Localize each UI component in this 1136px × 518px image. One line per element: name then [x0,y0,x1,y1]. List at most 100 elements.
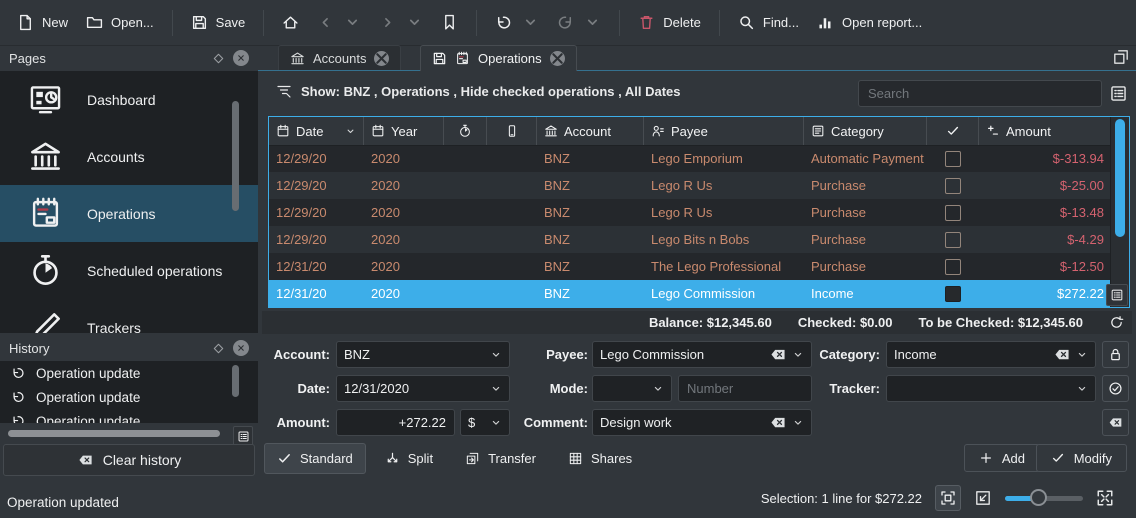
sidebar-item-dashboard[interactable]: Dashboard [0,71,258,128]
history-hscrollbar[interactable] [8,430,220,437]
column-header-account[interactable]: Account [537,117,644,145]
fit-page-icon[interactable] [974,489,992,507]
home-button[interactable] [273,7,308,38]
table-row[interactable]: 12/29/20 2020 BNZ Lego R Us Purchase $-1… [269,199,1111,226]
sidebar-item-trackers[interactable]: Trackers [0,299,258,333]
mode-combobox[interactable] [592,375,672,402]
column-header-payee[interactable]: Payee [644,117,804,145]
column-header-bookmark[interactable] [487,117,537,145]
history-item[interactable]: Operation update [0,361,258,385]
tab-accounts[interactable]: Accounts [278,45,401,70]
history-dock-close-button[interactable] [233,340,249,356]
open-report-button[interactable]: Open report... [808,7,931,38]
redo-button[interactable] [548,7,610,38]
clear-form-button[interactable] [1102,409,1129,436]
standard-type-button[interactable]: Standard [264,443,366,474]
clear-history-button[interactable]: Clear history [3,444,255,476]
comment-combobox[interactable]: Design work [592,409,812,436]
account-combobox[interactable]: BNZ [336,341,510,368]
row-checkbox[interactable] [945,178,961,194]
row-checkbox[interactable] [945,151,961,167]
tab-operations[interactable]: Operations [420,45,577,71]
number-input[interactable] [678,375,812,402]
delete-button[interactable]: Delete [629,7,710,38]
detach-icon[interactable] [1112,48,1130,66]
table-scrollbar-thumb[interactable] [1115,119,1125,237]
sidebar-item-accounts[interactable]: Accounts [0,128,258,185]
split-type-button[interactable]: Split [372,443,446,474]
fit-selection-button[interactable] [935,485,961,511]
table-row[interactable]: 12/31/20 2020 BNZ Lego Commission Income… [269,280,1111,307]
column-header-schedule[interactable] [444,117,487,145]
column-header-checked[interactable] [927,117,979,145]
save-label: Save [216,15,246,30]
row-checkbox[interactable] [945,286,961,302]
zoom-slider-knob[interactable] [1030,489,1047,506]
float-icon[interactable] [212,52,225,65]
save-button[interactable]: Save [182,7,255,38]
date-combobox[interactable]: 12/31/2020 [336,375,510,402]
search-input[interactable] [858,80,1102,107]
table-row[interactable]: 12/29/20 2020 BNZ Lego Bits n Bobs Purch… [269,226,1111,253]
column-header-date[interactable]: Date [269,117,364,145]
open-button[interactable]: Open... [77,7,163,38]
amount-input[interactable] [336,409,455,436]
sidebar-item-scheduled-operations[interactable]: Scheduled operations [0,242,258,299]
table-row[interactable]: 12/29/20 2020 BNZ Lego R Us Purchase $-2… [269,172,1111,199]
history-scrollbar[interactable] [232,365,239,397]
table-row[interactable]: 12/29/20 2020 BNZ Lego Emporium Automati… [269,145,1111,172]
bookmark-button[interactable] [432,7,467,38]
sidebar-item-operations[interactable]: Operations [0,185,258,242]
table-config-button[interactable] [1106,284,1128,306]
history-item[interactable]: Operation update [0,409,258,423]
balance-bar: Balance: $12,345.60 Checked: $0.00 To be… [262,311,1132,334]
new-button[interactable]: New [8,7,77,38]
row-checkbox[interactable] [945,205,961,221]
float-icon[interactable] [212,342,225,355]
forward-button[interactable] [370,7,432,38]
freeze-button[interactable] [1102,341,1129,368]
table-row[interactable]: 12/31/20 2020 BNZ The Lego Professional … [269,253,1111,280]
filter-bar[interactable]: Show: BNZ , Operations , Hide checked op… [276,83,680,99]
tab-accounts-close-button[interactable] [374,51,389,66]
refresh-icon[interactable] [1109,315,1124,330]
cell-category: Income [804,280,927,307]
unit-combobox[interactable]: $ [460,409,510,436]
pages-dock-close-button[interactable] [233,50,249,66]
column-header-year[interactable]: Year [364,117,444,145]
history-item[interactable]: Operation update [0,385,258,409]
row-checkbox[interactable] [945,259,961,275]
add-button[interactable]: Add [964,444,1040,472]
validate-button[interactable] [1102,375,1129,402]
payee-value: Lego Commission [600,347,764,362]
chevron-down-icon [1076,349,1088,361]
shares-type-button[interactable]: Shares [555,443,645,474]
transfer-type-button[interactable]: Transfer [452,443,549,474]
phone-icon [505,124,519,138]
column-header-category[interactable]: Category [804,117,927,145]
table-scrollbar[interactable] [1110,117,1129,307]
undo-button[interactable] [486,7,548,38]
find-button[interactable]: Find... [729,7,808,38]
clear-field-icon[interactable] [769,347,787,362]
tab-operations-close-button[interactable] [550,51,565,66]
back-button[interactable] [308,7,370,38]
tabbar-underline [258,70,1136,71]
close-icon [550,51,565,66]
expand-icon[interactable] [1096,489,1114,507]
history-settings-button[interactable] [233,426,253,446]
clear-field-icon[interactable] [1053,347,1071,362]
row-checkbox[interactable] [945,232,961,248]
column-header-amount[interactable]: Amount [979,117,1111,145]
zoom-slider[interactable] [1005,489,1083,507]
tracker-combobox[interactable] [886,375,1096,402]
cell-amount: $272.22 [979,280,1111,307]
open-label: Open... [111,15,154,30]
payee-combobox[interactable]: Lego Commission [592,341,812,368]
pages-scrollbar[interactable] [232,101,239,211]
modify-button[interactable]: Modify [1036,444,1127,472]
table-settings-icon[interactable] [1109,84,1128,103]
cell-year: 2020 [364,145,444,172]
category-combobox[interactable]: Income [886,341,1096,368]
clear-field-icon[interactable] [769,415,787,430]
